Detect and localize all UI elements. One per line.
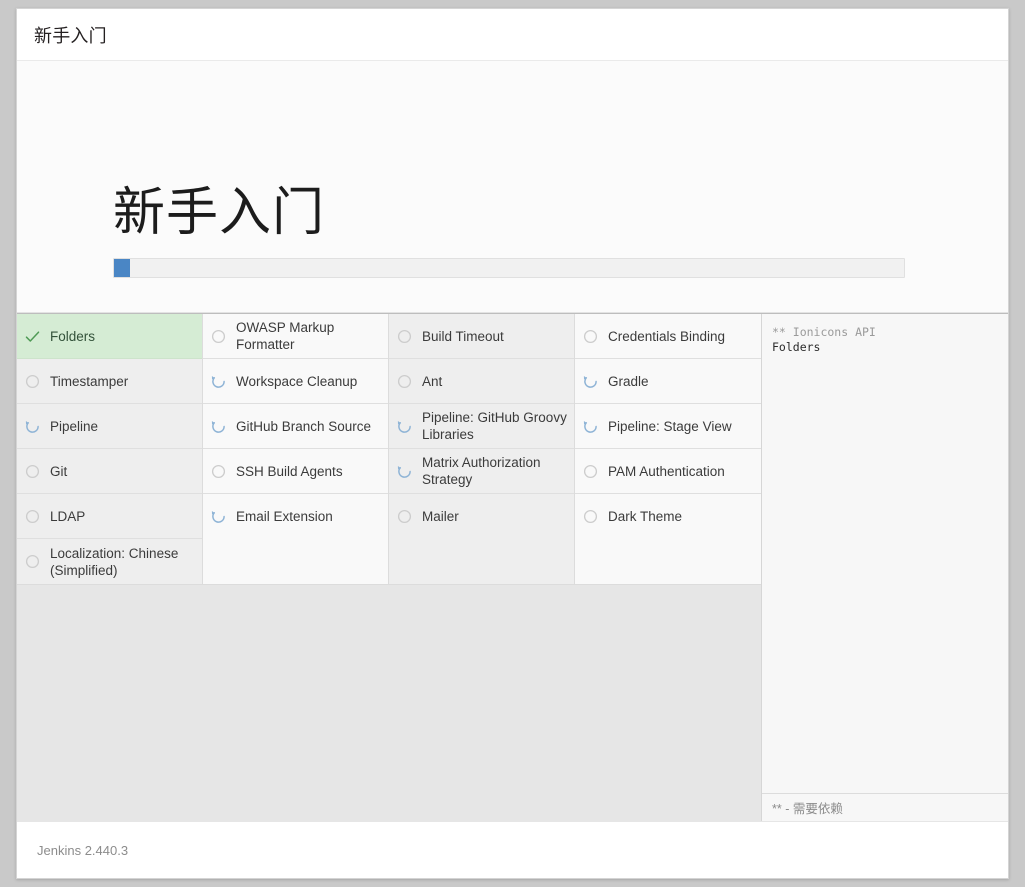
plugin-name-label: Git [50, 463, 68, 479]
install-log-line: Folders [772, 340, 821, 354]
pending-circle-icon [582, 463, 599, 480]
plugin-name-label: PAM Authentication [608, 463, 725, 479]
plugin-grid-column: OWASP Markup Formatter Workspace Cleanup G… [203, 314, 389, 584]
plugin-install-row: Workspace Cleanup [203, 359, 388, 404]
plugin-install-row: Gradle [575, 359, 761, 404]
pending-circle-icon [582, 508, 599, 525]
plugin-install-row: Localization: Chinese (Simplified) [17, 539, 202, 584]
plugin-name-label: SSH Build Agents [236, 463, 343, 479]
install-body: Folders Timestamper Pipeline Git LDAP Localiz… [17, 313, 1008, 821]
plugin-install-row: LDAP [17, 494, 202, 539]
plugin-name-label: GitHub Branch Source [236, 418, 372, 434]
plugin-name-label: Pipeline [50, 418, 99, 434]
check-icon [24, 328, 41, 345]
plugin-name-label: Email Extension [236, 509, 333, 524]
dialog-footer: Jenkins 2.440.3 [17, 821, 1008, 878]
plugin-name-label: Ant [422, 373, 443, 389]
dependency-legend: ** - 需要依赖 [762, 793, 1008, 821]
spinner-icon [582, 373, 599, 390]
plugin-grid-column: Credentials Binding Gradle Pipeline: Stage… [575, 314, 761, 584]
plugin-grid-column: Folders Timestamper Pipeline Git LDAP Localiz… [17, 314, 203, 584]
pending-circle-icon [24, 508, 41, 525]
install-progress-hero: 新手入门 [17, 61, 1008, 313]
install-progress-fill [114, 259, 130, 277]
plugin-name-label: LDAP [50, 508, 86, 524]
plugin-install-row: PAM Authentication [575, 449, 761, 494]
spinner-icon [582, 418, 599, 435]
plugin-install-row: SSH Build Agents [203, 449, 388, 494]
plugin-install-row: Ant [389, 359, 574, 404]
plugin-install-row: Build Timeout [389, 314, 574, 359]
plugin-name-label: Matrix Authorization Strategy [422, 455, 541, 487]
plugin-install-row: OWASP Markup Formatter [203, 314, 388, 359]
jenkins-version-label: Jenkins 2.440.3 [37, 842, 129, 858]
pending-circle-icon [24, 463, 41, 480]
pending-circle-icon [396, 328, 413, 345]
plugin-install-row: Folders [17, 314, 202, 359]
plugin-install-row: Timestamper [17, 359, 202, 404]
install-log-panel: ** Ionicons API Folders ** - 需要依赖 [761, 314, 1008, 821]
plugin-install-row: GitHub Branch Source [203, 404, 388, 449]
pending-circle-icon [396, 373, 413, 390]
plugin-install-row: Mailer [389, 494, 574, 539]
plugin-install-row: Matrix Authorization Strategy [389, 449, 574, 494]
plugin-name-label: Pipeline: GitHub Groovy Libraries [422, 410, 567, 442]
plugin-grid-column: Build Timeout Ant Pipeline: GitHub Groovy … [389, 314, 575, 584]
plugin-install-row: Pipeline: GitHub Groovy Libraries [389, 404, 574, 449]
spinner-icon [396, 418, 413, 435]
plugin-name-label: Build Timeout [422, 328, 504, 344]
install-progress-bar [113, 258, 905, 278]
plugin-name-label: OWASP Markup Formatter [236, 320, 335, 352]
plugin-name-label: Pipeline: Stage View [608, 418, 732, 434]
pending-circle-icon [582, 328, 599, 345]
plugin-name-label: Credentials Binding [608, 328, 726, 344]
dialog-header: 新手入门 [17, 9, 1008, 61]
pending-circle-icon [210, 463, 227, 480]
spinner-icon [396, 463, 413, 480]
pending-circle-icon [396, 508, 413, 525]
plugin-name-label: Dark Theme [608, 509, 683, 524]
plugin-name-label: Localization: Chinese (Simplified) [50, 545, 179, 578]
pending-circle-icon [24, 373, 41, 390]
spinner-icon [24, 418, 41, 435]
plugin-install-row: Pipeline [17, 404, 202, 449]
pending-circle-icon [24, 553, 41, 570]
hero-title: 新手入门 [113, 184, 326, 242]
plugin-name-label: Folders [50, 328, 96, 344]
install-log-lines: ** Ionicons API Folders [762, 314, 1008, 793]
plugin-name-label: Mailer [422, 509, 459, 524]
plugin-name-label: Workspace Cleanup [236, 373, 358, 389]
plugin-name-label: Gradle [608, 373, 649, 389]
setup-wizard-dialog: 新手入门 新手入门 Folders Timestamper Pipeline Git L… [16, 8, 1009, 879]
plugin-grid-container: Folders Timestamper Pipeline Git LDAP Localiz… [17, 314, 761, 821]
plugin-install-row: Git [17, 449, 202, 494]
page-title: 新手入门 [34, 25, 107, 46]
plugin-install-row: Credentials Binding [575, 314, 761, 359]
plugin-install-row: Email Extension [203, 494, 388, 539]
spinner-icon [210, 508, 227, 525]
plugin-name-label: Timestamper [50, 373, 129, 389]
install-log-line: ** Ionicons API [772, 325, 876, 339]
plugin-install-row: Pipeline: Stage View [575, 404, 761, 449]
plugin-install-row: Dark Theme [575, 494, 761, 539]
spinner-icon [210, 418, 227, 435]
spinner-icon [210, 373, 227, 390]
plugin-grid: Folders Timestamper Pipeline Git LDAP Localiz… [17, 314, 761, 585]
pending-circle-icon [210, 328, 227, 345]
